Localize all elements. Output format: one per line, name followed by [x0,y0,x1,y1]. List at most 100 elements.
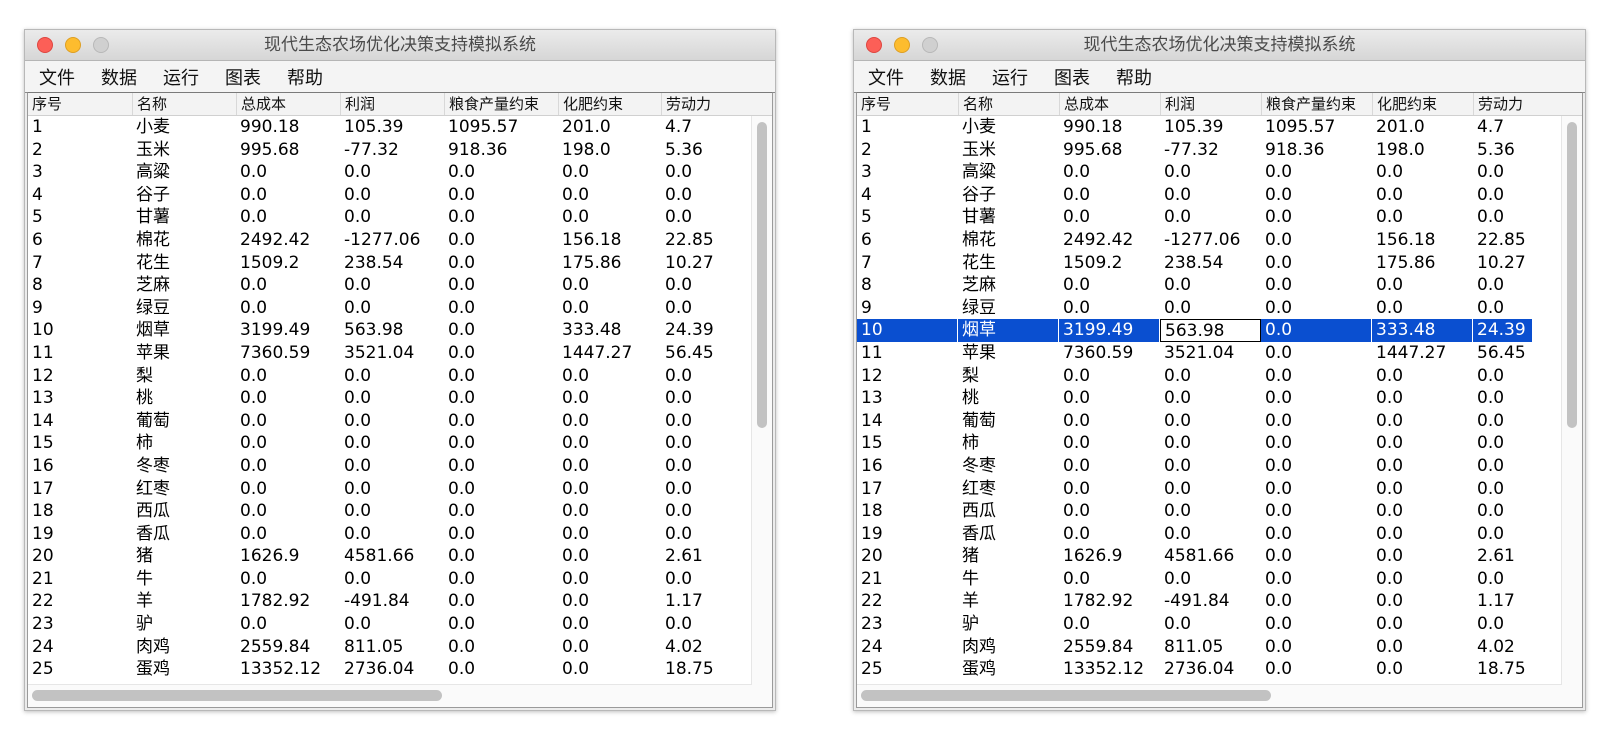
cell-labor[interactable]: 0.0 [661,410,727,433]
column-header-name[interactable]: 名称 [132,93,236,115]
cell-labor[interactable]: 0.0 [661,274,727,297]
cell-profit[interactable]: 105.39 [340,116,444,139]
cell-total-cost[interactable]: 0.0 [1059,161,1160,184]
cell-labor[interactable]: 10.27 [661,252,727,275]
cell-grain-constraint[interactable]: 0.0 [1261,161,1372,184]
cell-total-cost[interactable]: 1626.9 [236,545,340,568]
cell-profit[interactable]: 0.0 [1160,184,1261,207]
cell-total-cost[interactable]: 0.0 [236,500,340,523]
cell-fertilizer-constraint[interactable]: 198.0 [558,139,661,162]
cell-index[interactable]: 5 [28,206,132,229]
cell-labor[interactable]: 2.61 [661,545,727,568]
cell-grain-constraint[interactable]: 0.0 [1261,658,1372,681]
cell-profit[interactable]: 0.0 [340,478,444,501]
cell-profit[interactable]: 563.98 [340,319,444,342]
table-row[interactable]: 19 香瓜 0.0 0.0 0.0 0.0 0.0 [28,523,772,546]
cell-fertilizer-constraint[interactable]: 0.0 [558,590,661,613]
table-row[interactable]: 5 甘薯 0.0 0.0 0.0 0.0 0.0 [28,206,772,229]
vertical-scroll-thumb[interactable] [1567,122,1577,428]
cell-grain-constraint[interactable]: 0.0 [444,229,558,252]
cell-name[interactable]: 猪 [958,545,1059,568]
cell-profit[interactable]: 0.0 [340,206,444,229]
cell-fertilizer-constraint[interactable]: 0.0 [1372,613,1473,636]
cell-name[interactable]: 西瓜 [958,500,1059,523]
cell-fertilizer-constraint[interactable]: 0.0 [1372,455,1473,478]
cell-labor[interactable]: 0.0 [661,500,727,523]
column-header-profit[interactable]: 利润 [340,93,444,115]
cell-fertilizer-constraint[interactable]: 0.0 [558,184,661,207]
cell-name[interactable]: 玉米 [958,139,1059,162]
cell-index[interactable]: 17 [857,478,958,501]
cell-fertilizer-constraint[interactable]: 0.0 [1372,478,1473,501]
cell-name[interactable]: 谷子 [132,184,236,207]
cell-profit[interactable]: 0.0 [1160,387,1261,410]
cell-labor[interactable]: 0.0 [661,455,727,478]
cell-fertilizer-constraint[interactable]: 0.0 [1372,658,1473,681]
table-row[interactable]: 13 桃 0.0 0.0 0.0 0.0 0.0 [857,387,1582,410]
cell-total-cost[interactable]: 1509.2 [1059,252,1160,275]
cell-fertilizer-constraint[interactable]: 0.0 [558,274,661,297]
cell-profit[interactable]: 0.0 [1160,523,1261,546]
cell-fertilizer-constraint[interactable]: 0.0 [1372,523,1473,546]
cell-labor[interactable]: 0.0 [1473,274,1533,297]
cell-grain-constraint[interactable]: 0.0 [444,523,558,546]
cell-profit[interactable]: 238.54 [340,252,444,275]
cell-index[interactable]: 4 [28,184,132,207]
menu-chart[interactable]: 图表 [225,64,261,90]
cell-labor[interactable]: 0.0 [661,297,727,320]
table-row[interactable]: 11 苹果 7360.59 3521.04 0.0 1447.27 56.45 [857,342,1582,365]
cell-total-cost[interactable]: 0.0 [236,184,340,207]
cell-fertilizer-constraint[interactable]: 0.0 [1372,274,1473,297]
cell-total-cost[interactable]: 1509.2 [236,252,340,275]
horizontal-scroll-thumb[interactable] [32,690,442,701]
cell-fertilizer-constraint[interactable]: 0.0 [558,432,661,455]
cell-fertilizer-constraint[interactable]: 201.0 [558,116,661,139]
cell-labor[interactable]: 56.45 [661,342,727,365]
cell-fertilizer-constraint[interactable]: 0.0 [558,455,661,478]
cell-profit[interactable]: 0.0 [1160,500,1261,523]
cell-total-cost[interactable]: 0.0 [236,297,340,320]
cell-name[interactable]: 花生 [958,252,1059,275]
menu-data[interactable]: 数据 [101,64,137,90]
cell-index[interactable]: 24 [857,636,958,659]
cell-total-cost[interactable]: 0.0 [1059,432,1160,455]
cell-fertilizer-constraint[interactable]: 0.0 [1372,636,1473,659]
cell-index[interactable]: 22 [28,590,132,613]
cell-grain-constraint[interactable]: 0.0 [1261,184,1372,207]
column-header-grain-constraint[interactable]: 粮食产量约束 [1261,93,1372,115]
cell-labor[interactable]: 0.0 [1473,387,1533,410]
cell-grain-constraint[interactable]: 1095.57 [444,116,558,139]
cell-grain-constraint[interactable]: 0.0 [444,500,558,523]
cell-index[interactable]: 1 [28,116,132,139]
cell-profit[interactable]: 0.0 [340,297,444,320]
cell-profit[interactable]: 0.0 [1160,274,1261,297]
cell-index[interactable]: 21 [28,568,132,591]
cell-fertilizer-constraint[interactable]: 0.0 [558,410,661,433]
cell-name[interactable]: 红枣 [132,478,236,501]
cell-index[interactable]: 23 [28,613,132,636]
cell-fertilizer-constraint[interactable]: 156.18 [1372,229,1473,252]
cell-profit[interactable]: 0.0 [340,500,444,523]
cell-labor[interactable]: 0.0 [1473,523,1533,546]
menu-chart[interactable]: 图表 [1054,64,1090,90]
table-row[interactable]: 16 冬枣 0.0 0.0 0.0 0.0 0.0 [857,455,1582,478]
cell-total-cost[interactable]: 0.0 [1059,410,1160,433]
horizontal-scroll-thumb[interactable] [861,690,1271,701]
cell-profit[interactable]: -77.32 [340,139,444,162]
cell-labor[interactable]: 0.0 [1473,568,1533,591]
cell-grain-constraint[interactable]: 0.0 [444,432,558,455]
cell-total-cost[interactable]: 1626.9 [1059,545,1160,568]
cell-labor[interactable]: 1.17 [1473,590,1533,613]
cell-grain-constraint[interactable]: 0.0 [444,342,558,365]
cell-name[interactable]: 香瓜 [958,523,1059,546]
cell-total-cost[interactable]: 0.0 [1059,523,1160,546]
table-row[interactable]: 9 绿豆 0.0 0.0 0.0 0.0 0.0 [28,297,772,320]
cell-total-cost[interactable]: 0.0 [236,613,340,636]
cell-labor[interactable]: 4.02 [661,636,727,659]
cell-fertilizer-constraint[interactable]: 0.0 [558,478,661,501]
cell-fertilizer-constraint[interactable]: 0.0 [558,365,661,388]
cell-total-cost[interactable]: 0.0 [1059,500,1160,523]
cell-labor[interactable]: 0.0 [1473,161,1533,184]
menu-file[interactable]: 文件 [39,64,75,90]
cell-total-cost[interactable]: 1782.92 [1059,590,1160,613]
